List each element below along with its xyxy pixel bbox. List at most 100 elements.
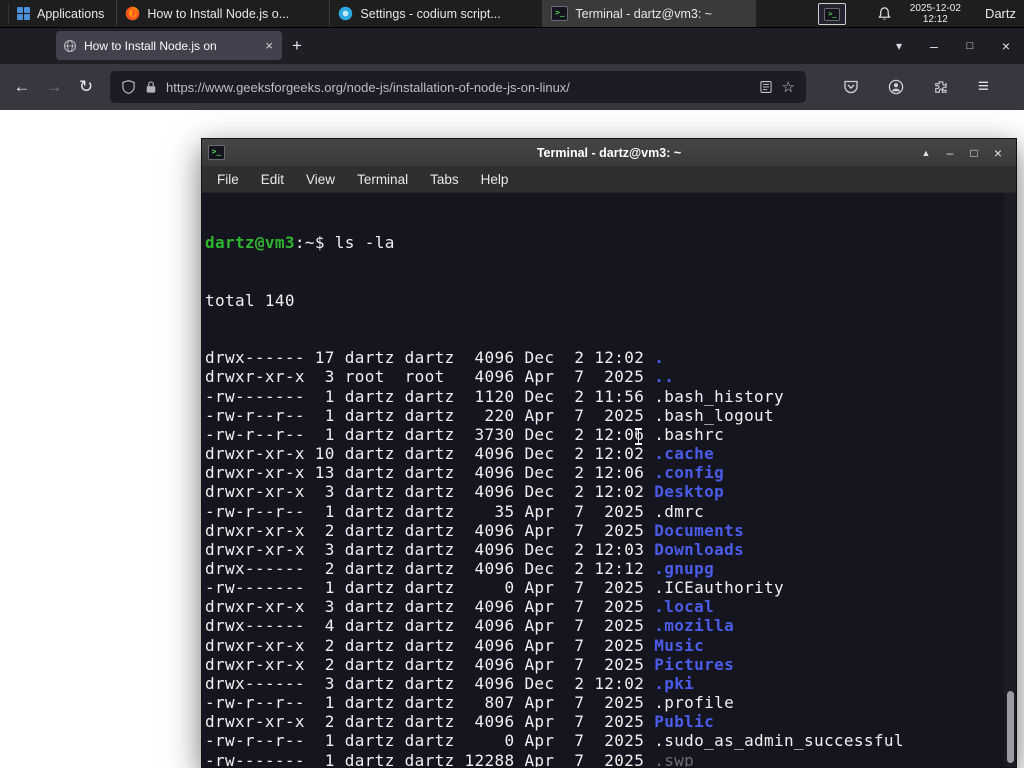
terminal-output[interactable]: dartz@vm3:~$ ls -la total 140 drwx------… [202,193,1016,767]
file-name: .ICEauthority [654,578,785,598]
menu-view[interactable]: View [295,172,346,187]
browser-toolbar: ← → ↻ https://www.geeksforgeeks.org/node… [0,64,1024,110]
file-meta: drwxr-xr-x 2 dartz dartz 4096 Apr 7 2025 [205,712,655,732]
browser-maximize-button[interactable]: □ [952,40,988,52]
browser-close-button[interactable]: × [988,38,1024,54]
file-meta: -rw-r--r-- 1 dartz dartz 35 Apr 7 2025 [205,501,655,521]
file-name: .dmrc [654,501,705,521]
file-name: Public [654,712,715,732]
panel-clock[interactable]: 2025-12-02 12:12 [910,3,961,25]
user-menu[interactable]: Dartz [979,6,1016,21]
terminal-window: >_ Terminal - dartz@vm3: ~ ▲ – □ × File E… [201,138,1017,768]
terminal-close-button[interactable]: × [986,145,1010,161]
terminal-titlebar[interactable]: >_ Terminal - dartz@vm3: ~ ▲ – □ × [202,139,1016,166]
file-name: .config [654,463,725,483]
new-tab-button[interactable]: + [282,36,312,56]
tray-terminal-icon[interactable]: >_ [818,3,847,25]
browser-minimize-button[interactable]: – [916,38,952,54]
panel-handle[interactable] [0,4,9,23]
file-meta: -rw-r--r-- 1 dartz dartz 807 Apr 7 2025 [205,693,655,713]
scrollbar-thumb[interactable] [1007,691,1014,763]
file-name: .sudo_as_admin_successful [654,731,904,751]
list-all-tabs-icon[interactable]: ▾ [882,39,916,53]
file-name: Desktop [654,482,725,502]
menu-help[interactable]: Help [470,172,520,187]
toolbar-icons: ≡ [814,76,1018,98]
taskbar-label: Terminal - dartz@vm3: ~ [575,6,713,21]
file-name: Pictures [654,654,735,674]
file-name: .gnupg [654,558,715,578]
tab-close-icon[interactable]: × [263,38,275,53]
file-name: .bash_logout [654,405,775,425]
menu-icon[interactable]: ≡ [978,76,989,98]
file-meta: drwxr-xr-x 3 dartz dartz 4096 Dec 2 12:0… [205,539,655,559]
terminal-maximize-button[interactable]: □ [962,146,986,160]
file-meta: drwxr-xr-x 2 dartz dartz 4096 Apr 7 2025 [205,635,655,655]
terminal-line: drwxr-xr-x 2 dartz dartz 4096 Apr 7 2025… [205,655,1002,674]
extensions-puzzle-icon[interactable] [933,79,949,95]
terminal-icon: >_ [824,7,841,21]
terminal-line: drwxr-xr-x 2 dartz dartz 4096 Apr 7 2025… [205,712,1002,731]
file-meta: drwxr-xr-x 13 dartz dartz 4096 Dec 2 12:… [205,463,655,483]
command-text: ls -la [334,233,395,253]
forward-button[interactable]: → [38,77,70,97]
menu-tabs[interactable]: Tabs [419,172,470,187]
bookmark-star-icon[interactable]: ☆ [782,78,795,96]
file-meta: -rw------- 1 dartz dartz 1120 Dec 2 11:5… [205,386,655,406]
url-text[interactable]: https://www.geeksforgeeks.org/node-js/in… [166,80,750,95]
terminal-line: drwxr-xr-x 3 dartz dartz 4096 Apr 7 2025… [205,597,1002,616]
firefox-icon [126,6,140,21]
applications-icon [17,7,30,20]
file-meta: -rw-r--r-- 1 dartz dartz 3730 Dec 2 12:0… [205,424,655,444]
terminal-line: drwxr-xr-x 3 root root 4096 Apr 7 2025 .… [205,367,1002,386]
taskbar-button-terminal[interactable]: >_ Terminal - dartz@vm3: ~ [543,0,757,27]
terminal-scrollbar[interactable] [1004,193,1016,767]
terminal-line: drwxr-xr-x 2 dartz dartz 4096 Apr 7 2025… [205,636,1002,655]
tracking-shield-icon[interactable] [121,79,136,95]
terminal-line: -rw-r--r-- 1 dartz dartz 0 Apr 7 2025 .s… [205,731,1002,750]
menu-file[interactable]: File [206,172,250,187]
url-bar[interactable]: https://www.geeksforgeeks.org/node-js/in… [110,71,806,103]
account-icon[interactable] [888,79,904,95]
reader-mode-icon[interactable] [759,80,773,94]
browser-tab[interactable]: How to Install Node.js on × [56,31,282,60]
shade-button[interactable]: ▲ [914,148,938,158]
terminal-listing: drwx------ 17 dartz dartz 4096 Dec 2 12:… [205,348,1002,767]
file-name: . [654,348,665,368]
terminal-line: drwxr-xr-x 2 dartz dartz 4096 Apr 7 2025… [205,521,1002,540]
terminal-line: -rw-r--r-- 1 dartz dartz 35 Apr 7 2025 .… [205,502,1002,521]
menu-edit[interactable]: Edit [250,172,295,187]
applications-menu-button[interactable]: Applications [9,0,118,27]
clock-time: 12:12 [922,13,948,25]
pocket-save-icon[interactable] [843,79,859,95]
file-meta: drwxr-xr-x 3 root root 4096 Apr 7 2025 [205,367,655,387]
back-button[interactable]: ← [6,77,38,97]
terminal-titlebar-icon: >_ [208,145,225,160]
codium-icon [339,6,353,21]
file-name: Documents [654,520,745,540]
file-name: .pki [654,673,695,693]
reload-button[interactable]: ↻ [70,77,102,97]
terminal-line: drwx------ 4 dartz dartz 4096 Apr 7 2025… [205,616,1002,635]
terminal-total-line: total 140 [205,290,295,310]
file-name: .mozilla [654,616,735,636]
file-meta: drwx------ 2 dartz dartz 4096 Dec 2 12:1… [205,558,655,578]
terminal-line: -rw------- 1 dartz dartz 1120 Dec 2 11:5… [205,387,1002,406]
terminal-icon: >_ [551,6,569,21]
terminal-line: -rw-r--r-- 1 dartz dartz 807 Apr 7 2025 … [205,693,1002,712]
terminal-minimize-button[interactable]: – [938,146,962,160]
terminal-line: drwx------ 3 dartz dartz 4096 Dec 2 12:0… [205,674,1002,693]
lock-icon[interactable] [145,80,157,94]
file-name: Music [654,635,705,655]
applications-label: Applications [37,6,105,21]
terminal-line: drwxr-xr-x 3 dartz dartz 4096 Dec 2 12:0… [205,540,1002,559]
browser-tab-bar: How to Install Node.js on × + ▾ – □ × [0,27,1024,64]
file-name: .cache [654,444,715,464]
menu-terminal[interactable]: Terminal [346,172,419,187]
file-meta: -rw-r--r-- 1 dartz dartz 0 Apr 7 2025 [205,731,655,751]
file-name: .. [654,367,675,387]
file-meta: drwxr-xr-x 3 dartz dartz 4096 Apr 7 2025 [205,597,655,617]
notification-bell-icon[interactable] [877,6,892,22]
taskbar-button-browser[interactable]: How to Install Node.js o... [117,0,331,27]
taskbar-button-codium[interactable]: Settings - codium script... [330,0,544,27]
